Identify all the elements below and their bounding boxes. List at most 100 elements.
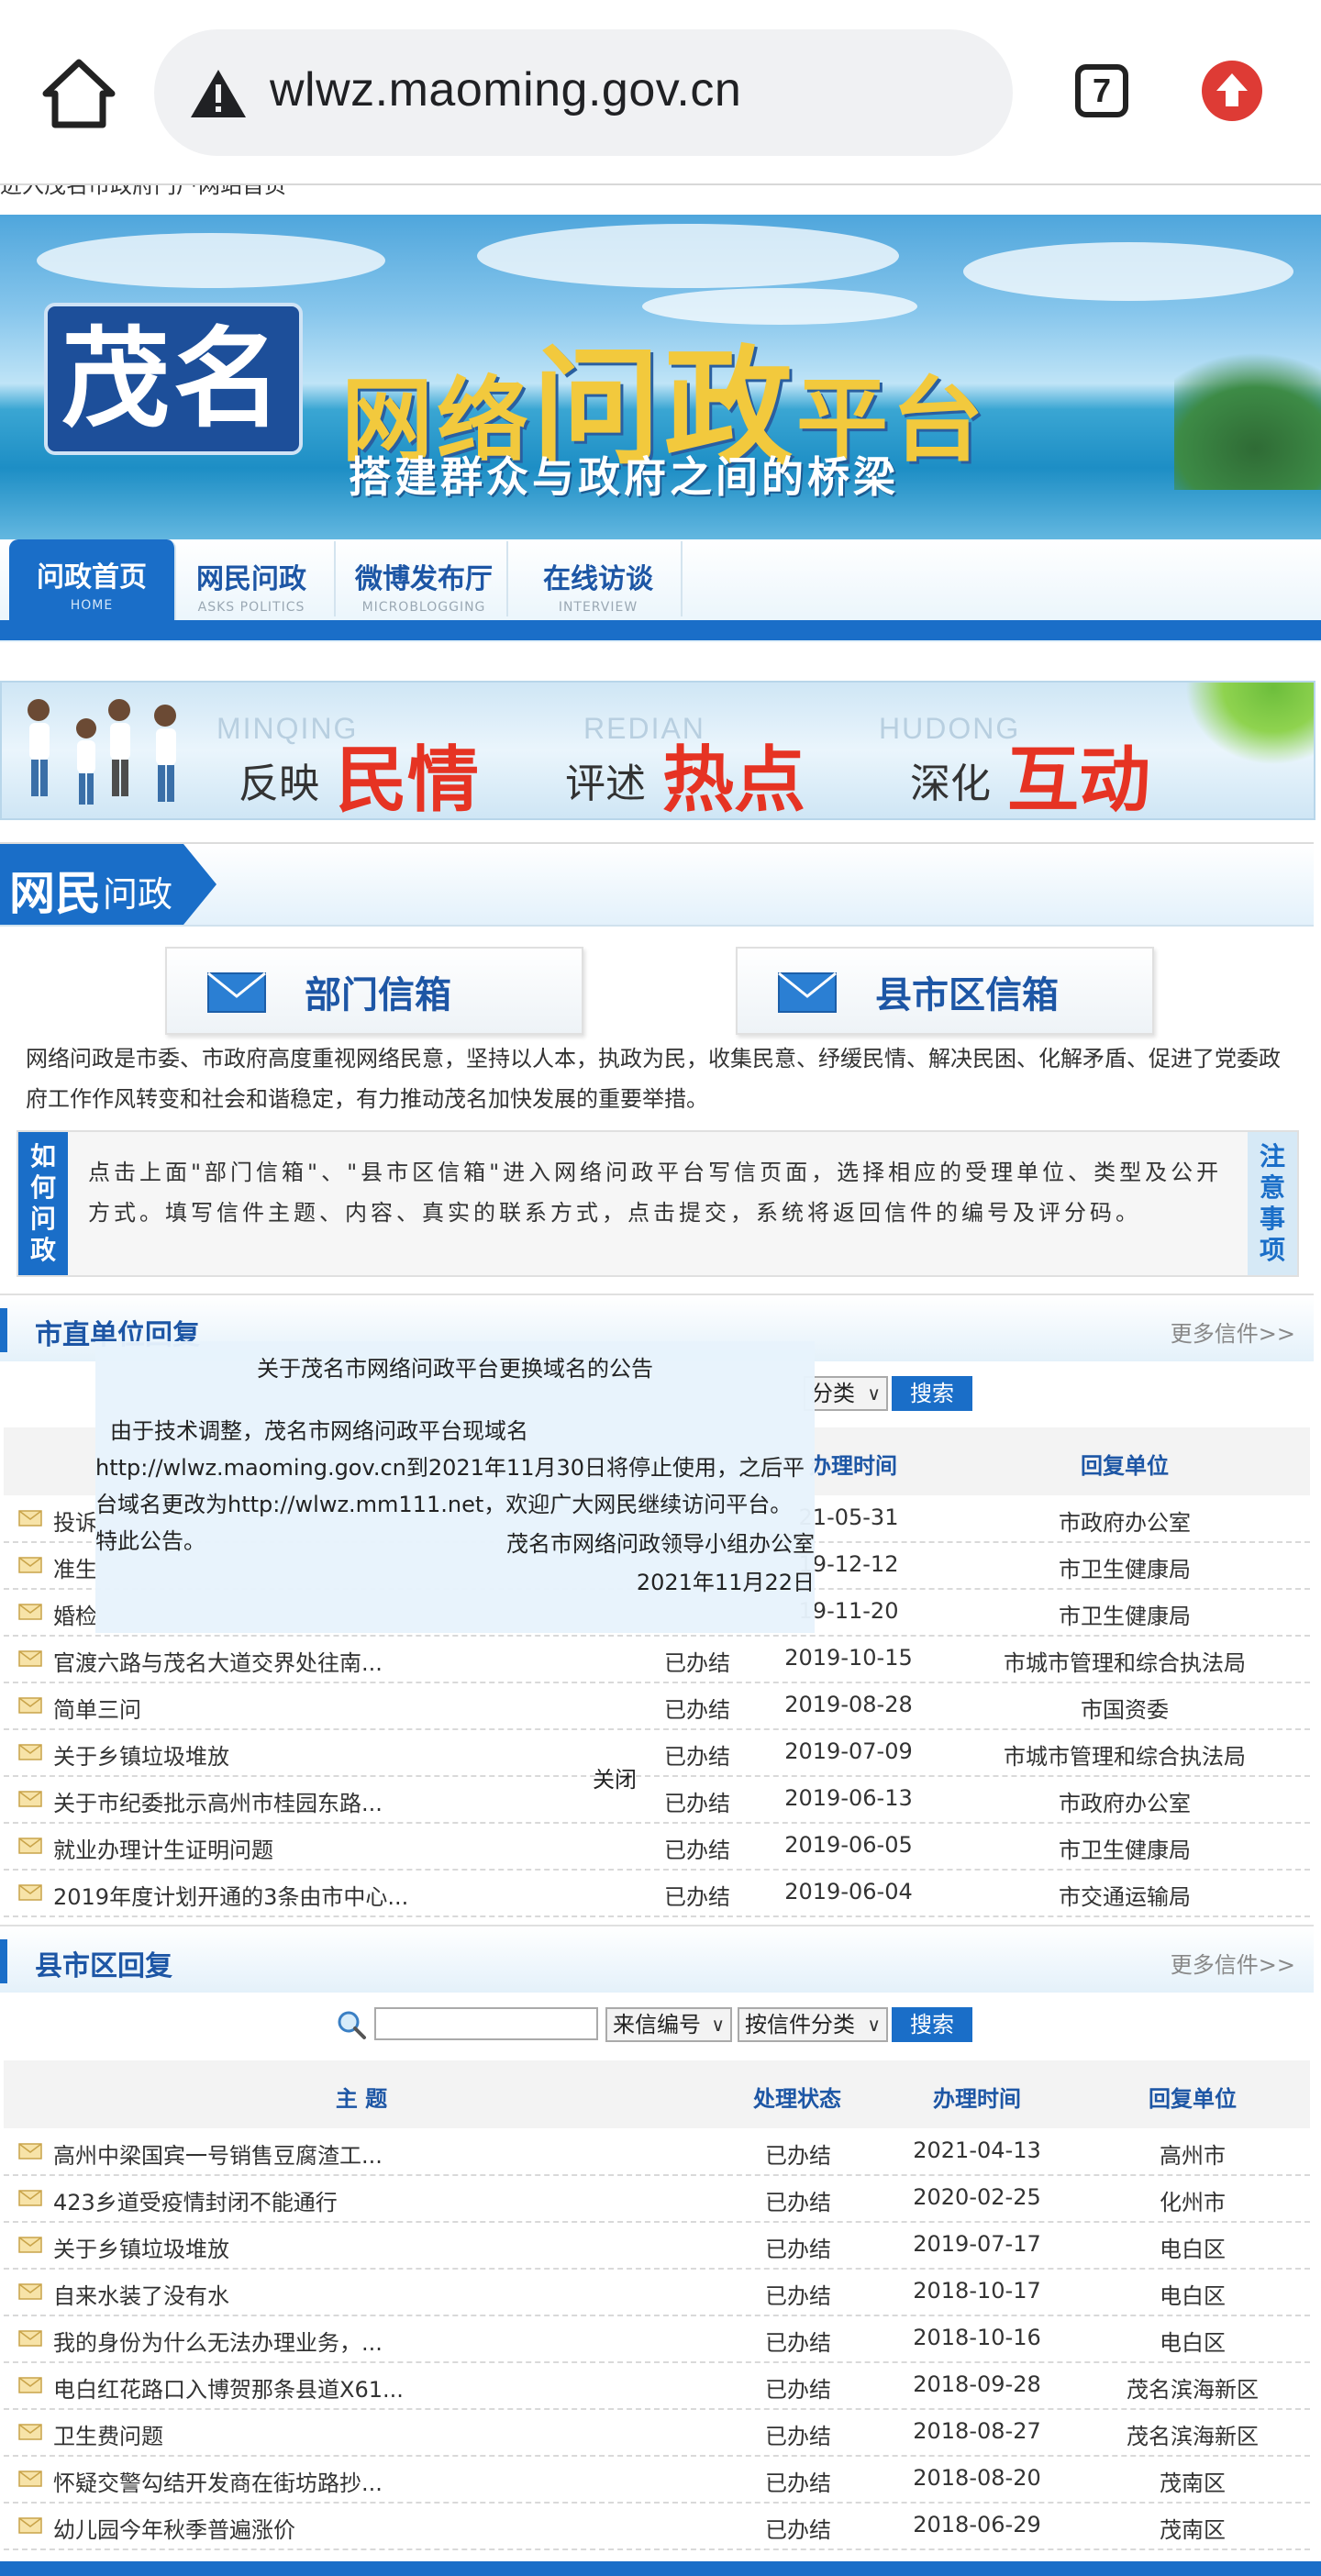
row-subject[interactable]: 电白红花路口入博贺那条县道X61... [53,2371,404,2404]
more-link[interactable]: 更多信件>> [1171,1316,1295,1348]
table-row[interactable]: 423乡道受疫情封闭不能通行 已办结 2020-02-25 化州市 [4,2175,1310,2223]
row-unit: 市城市管理和综合执法局 [1004,1650,1246,1676]
dialog-title: 关于茂名市网络问政平台更换域名的公告 [257,1356,653,1382]
search-input[interactable] [374,2007,598,2040]
people-jumping-illustration [28,699,176,805]
row-subject[interactable]: 关于市纪委批示高州市桂园东路... [53,1785,383,1817]
notice-label[interactable]: 注意事项 [1248,1132,1297,1275]
nav-sublabel: MICROBLOGGING [361,600,486,615]
table-row[interactable]: 简单三问 已办结 2019-08-28 市国资委 [4,1682,1310,1730]
notice-dialog: 关于茂名市网络问政平台更换域名的公告 由于技术调整，茂名市网络问政平台现域名ht… [95,1341,815,1633]
county-mailbox-button[interactable]: 县市区信箱 [736,947,1154,1035]
search-button[interactable]: 搜索 [892,2007,972,2042]
portal-link[interactable]: 进入茂名市政府门户网站首页 [0,183,1321,215]
site-banner: 茂名 网络问政平台 搭建群众与政府之间的桥梁 [0,215,1321,539]
envelope-icon [18,1557,42,1573]
row-subject[interactable]: 关于乡镇垃圾堆放 [53,2231,229,2263]
chevron-down-icon: ∨ [711,2014,725,2036]
table-row[interactable]: 卫生费问题 已办结 2018-08-27 茂名滨海新区 [4,2409,1310,2457]
row-subject[interactable]: 婚检 [53,1598,97,1630]
table-row[interactable]: 官渡六路与茂名大道交界处往南... 已办结 2019-10-15 市城市管理和综合执法… [4,1636,1310,1683]
table-row[interactable]: 关于乡镇垃圾堆放 已办结 2019-07-09 市城市管理和综合执法局 [4,1729,1310,1777]
header-status: 处理状态 [753,2086,841,2112]
row-date: 2018-08-20 [913,2465,1041,2491]
banner-subtitle: 搭建群众与政府之间的桥梁 [349,452,899,502]
chevron-down-icon: ∨ [867,2014,881,2036]
envelope-icon [18,1791,42,1807]
row-date: 2018-10-16 [913,2325,1041,2350]
table-row[interactable]: 自来水装了没有水 已办结 2018-10-17 电白区 [4,2269,1310,2316]
row-date: 2019-06-05 [784,1832,913,1858]
select-value: 来信编号 [613,2012,701,2037]
dialog-signature: 茂名市网络问政领导小组办公室 2021年11月22日 [506,1525,815,1602]
table-row[interactable]: 关于市纪委批示高州市桂园东路... 已办结 2019-06-13 市政府办公室 [4,1776,1310,1824]
slogan-banner: MINQING 反映 民情 REDIAN 评述 热点 HUDONG 深化 互动 [0,681,1315,820]
row-subject[interactable]: 幼儿园今年秋季普遍涨价 [53,2512,295,2544]
table-row[interactable]: 2019年度计划开通的3条由市中心... 已办结 2019-06-04 市交通运输局 [4,1870,1310,1917]
slogan-pinyin: HUDONG [879,712,1021,745]
letter-number-select[interactable]: 来信编号 ∨ [605,2007,732,2042]
table-header: 主 题 处理状态 办理时间 回复单位 [4,2060,1310,2128]
table-row[interactable]: 电白红花路口入博贺那条县道X61... 已办结 2018-09-28 茂名滨海新区 [4,2362,1310,2410]
section-header: 网民 问政 [0,842,1314,927]
nav-asks-politics[interactable]: 网民问政 ASKS POLITICS [169,541,336,616]
row-subject[interactable]: 卫生费问题 [53,2418,163,2450]
row-subject[interactable]: 简单三问 [53,1692,141,1724]
row-subject[interactable]: 自来水装了没有水 [53,2278,229,2310]
select-value: 按信件分类 [745,2012,855,2037]
row-date: 2019-06-13 [784,1785,913,1811]
dept-mailbox-button[interactable]: 部门信箱 [165,947,583,1035]
county-search-row: 来信编号 ∨ 按信件分类 ∨ 搜索 [0,2005,1321,2046]
row-subject[interactable]: 2019年度计划开通的3条由市中心... [53,1879,408,1911]
table-row[interactable]: 幼儿园今年秋季普遍涨价 已办结 2018-06-29 茂南区 [4,2503,1310,2550]
update-button[interactable] [1202,61,1262,121]
row-subject[interactable]: 就业办理计生证明问题 [53,1832,273,1864]
nav-interview[interactable]: 在线访谈 INTERVIEW [516,541,683,616]
row-status: 已办结 [765,2471,831,2496]
more-link[interactable]: 更多信件>> [1171,1947,1295,1979]
envelope-icon [18,1884,42,1901]
envelope-icon [18,1744,42,1760]
intro-text: 网络问政是市委、市政府高度重视网络民意，坚持以人本，执政为民，收集民意、纾缓民情… [26,1046,1281,1112]
row-unit: 电白区 [1160,2283,1226,2309]
tab-switcher-button[interactable]: 7 [1075,64,1128,117]
howto-text: 点击上面"部门信箱"、"县市区信箱"进入网络问政平台写信页面，选择相应的受理单位… [88,1160,1223,1226]
search-button[interactable]: 搜索 [892,1376,972,1411]
row-date: 2019-10-15 [784,1645,913,1671]
table-row[interactable]: 就业办理计生证明问题 已办结 2019-06-05 市卫生健康局 [4,1823,1310,1871]
address-bar[interactable]: wlwz.maoming.gov.cn [154,29,1013,156]
row-subject[interactable]: 423乡道受疫情封闭不能通行 [53,2184,338,2216]
envelope-icon [207,972,266,1013]
row-subject[interactable]: 准生 [53,1551,97,1583]
leaf-decoration [1185,683,1314,765]
select-value: 分类 [811,1381,855,1406]
row-subject[interactable]: 官渡六路与茂名大道交界处往南... [53,1645,383,1677]
table-row[interactable]: 关于乡镇垃圾堆放 已办结 2019-07-17 电白区 [4,2222,1310,2270]
row-subject[interactable]: 投诉 [53,1505,97,1537]
row-status: 已办结 [765,2377,831,2403]
row-subject[interactable]: 关于乡镇垃圾堆放 [53,1738,229,1771]
envelope-icon [18,1697,42,1714]
nav-home[interactable]: 问政首页 HOME [9,539,176,622]
table-row[interactable]: 高州中梁国宾一号销售豆腐渣工... 已办结 2021-04-13 高州市 [4,2128,1310,2176]
row-subject[interactable]: 我的身份为什么无法办理业务，... [53,2325,383,2357]
nav-sublabel: ASKS POLITICS [197,600,305,615]
envelope-icon [18,2330,42,2347]
county-panel-header: 县市区回复 更多信件>> [0,1925,1314,1993]
header-time: 办理时间 [933,2086,1021,2112]
category-select[interactable]: 按信件分类 ∨ [738,2007,888,2042]
home-icon[interactable] [40,57,117,130]
table-row[interactable]: 怀疑交警勾结开发商在街坊路抄... 已办结 2018-08-20 茂南区 [4,2456,1310,2504]
row-status: 已办结 [765,2190,831,2215]
row-status: 已办结 [664,1884,730,1910]
header-unit: 回复单位 [1081,1453,1169,1479]
warning-icon[interactable] [189,68,248,119]
nav-label: 网民问政 [196,563,306,595]
nav-microblogging[interactable]: 微博发布厅 MICROBLOGGING [341,541,508,616]
row-subject[interactable]: 怀疑交警勾结开发商在街坊路抄... [53,2465,383,2497]
row-subject[interactable]: 高州中梁国宾一号销售豆腐渣工... [53,2137,383,2170]
table-row[interactable]: 我的身份为什么无法办理业务，... 已办结 2018-10-16 电白区 [4,2315,1310,2363]
category-select[interactable]: 分类 ∨ [804,1376,888,1411]
row-date: 2019-07-09 [784,1738,913,1764]
dialog-close-button[interactable]: 关闭 [593,1761,637,1793]
